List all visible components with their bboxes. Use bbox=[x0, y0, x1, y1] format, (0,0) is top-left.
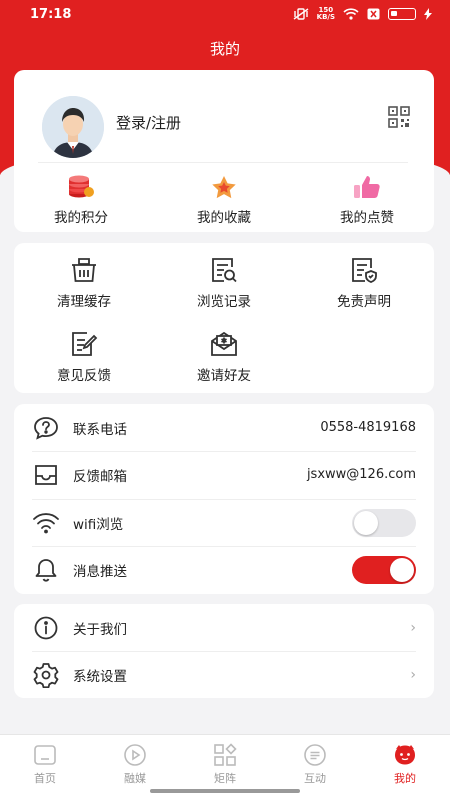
bell-icon bbox=[32, 556, 60, 584]
home-indicator bbox=[150, 789, 300, 793]
profile-divider bbox=[38, 162, 408, 163]
contact-settings-card: 联系电话 0558-4819168 反馈邮箱 jsxww@126.com wif… bbox=[14, 404, 434, 594]
profile-card: 登录/注册 我的积分 我的收藏 我的点赞 bbox=[14, 70, 434, 232]
tab-home-label: 首页 bbox=[34, 772, 56, 785]
chevron-right-icon: › bbox=[410, 666, 416, 683]
thumbs-up-icon bbox=[322, 174, 412, 200]
wifi-icon bbox=[32, 509, 60, 537]
tab-matrix-label: 矩阵 bbox=[214, 772, 236, 785]
stat-likes[interactable]: 我的点赞 bbox=[322, 174, 412, 226]
status-bar: 17:18 150 KB/S bbox=[0, 0, 450, 28]
tools-card: 清理缓存 浏览记录 免责声明 意见反馈 邀请好友 bbox=[14, 243, 434, 393]
tab-mine-label: 我的 bbox=[394, 772, 416, 785]
email-label: 反馈邮箱 bbox=[73, 468, 127, 485]
tool-feedback[interactable]: 意见反馈 bbox=[14, 331, 154, 384]
system-settings-row[interactable]: 系统设置 › bbox=[14, 651, 434, 698]
tool-clear-cache-label: 清理缓存 bbox=[57, 294, 111, 310]
history-icon bbox=[154, 257, 294, 283]
avatar-person-icon bbox=[42, 96, 104, 158]
stat-likes-label: 我的点赞 bbox=[340, 210, 394, 226]
tab-home[interactable]: 首页 bbox=[0, 735, 90, 800]
help-bubble-icon bbox=[32, 414, 60, 442]
coins-icon bbox=[36, 174, 126, 200]
phone-row[interactable]: 联系电话 0558-4819168 bbox=[14, 404, 434, 451]
tool-feedback-label: 意见反馈 bbox=[57, 368, 111, 384]
invite-icon bbox=[154, 331, 294, 357]
sim-off-icon bbox=[367, 8, 380, 20]
mail-tray-icon bbox=[32, 461, 60, 489]
tab-mine[interactable]: 我的 bbox=[360, 735, 450, 800]
tool-disclaimer[interactable]: 免责声明 bbox=[294, 257, 434, 310]
profile-icon bbox=[360, 743, 450, 767]
disclaimer-icon bbox=[294, 257, 434, 283]
feedback-icon bbox=[14, 331, 154, 357]
gear-icon bbox=[32, 661, 60, 689]
tool-disclaimer-label: 免责声明 bbox=[337, 294, 391, 310]
system-settings-label: 系统设置 bbox=[73, 668, 127, 685]
wifi-toggle-knob bbox=[354, 510, 378, 535]
wifi-status-icon bbox=[343, 8, 359, 20]
about-row[interactable]: 关于我们 › bbox=[14, 604, 434, 651]
stat-points[interactable]: 我的积分 bbox=[36, 174, 126, 226]
page-title: 我的 bbox=[209, 40, 240, 58]
wifi-row: wifi浏览 bbox=[14, 499, 434, 546]
profile-stats: 我的积分 我的收藏 我的点赞 bbox=[14, 174, 434, 226]
tool-browse-history[interactable]: 浏览记录 bbox=[154, 257, 294, 310]
about-card: 关于我们 › 系统设置 › bbox=[14, 604, 434, 698]
chevron-right-icon: › bbox=[410, 619, 416, 636]
network-speed-unit: KB/S bbox=[316, 13, 335, 21]
about-label: 关于我们 bbox=[73, 621, 127, 638]
play-icon bbox=[90, 743, 180, 767]
charging-icon bbox=[424, 8, 432, 20]
network-speed: 150 KB/S bbox=[317, 7, 335, 21]
phone-label: 联系电话 bbox=[73, 421, 127, 438]
chat-icon bbox=[270, 743, 360, 767]
info-icon bbox=[32, 614, 60, 642]
phone-value[interactable]: 0558-4819168 bbox=[320, 420, 416, 435]
tool-clear-cache[interactable]: 清理缓存 bbox=[14, 257, 154, 310]
tool-invite-friends[interactable]: 邀请好友 bbox=[154, 331, 294, 384]
qr-code-icon[interactable] bbox=[388, 106, 410, 128]
push-label: 消息推送 bbox=[73, 563, 127, 580]
wifi-label: wifi浏览 bbox=[73, 516, 124, 533]
email-row[interactable]: 反馈邮箱 jsxww@126.com bbox=[14, 451, 434, 498]
tab-media-label: 融媒 bbox=[124, 772, 146, 785]
login-register-link[interactable]: 登录/注册 bbox=[116, 112, 181, 133]
vibrate-off-icon bbox=[293, 8, 309, 20]
avatar[interactable] bbox=[42, 96, 104, 158]
push-toggle-knob bbox=[390, 557, 414, 582]
star-icon bbox=[179, 174, 269, 200]
stat-points-label: 我的积分 bbox=[54, 210, 108, 226]
battery-icon bbox=[388, 8, 416, 20]
email-value[interactable]: jsxww@126.com bbox=[307, 467, 416, 482]
home-icon bbox=[0, 743, 90, 767]
wifi-toggle[interactable] bbox=[352, 508, 416, 537]
tool-browse-history-label: 浏览记录 bbox=[197, 294, 251, 310]
grid-icon bbox=[180, 743, 270, 767]
basket-icon bbox=[14, 257, 154, 283]
stat-favorites[interactable]: 我的收藏 bbox=[179, 174, 269, 226]
status-time: 17:18 bbox=[30, 6, 72, 22]
stat-favorites-label: 我的收藏 bbox=[197, 210, 251, 226]
tool-invite-friends-label: 邀请好友 bbox=[197, 368, 251, 384]
status-icons: 150 KB/S bbox=[293, 7, 432, 21]
push-toggle[interactable] bbox=[352, 555, 416, 584]
tab-interact-label: 互动 bbox=[304, 772, 326, 785]
push-row: 消息推送 bbox=[14, 546, 434, 593]
